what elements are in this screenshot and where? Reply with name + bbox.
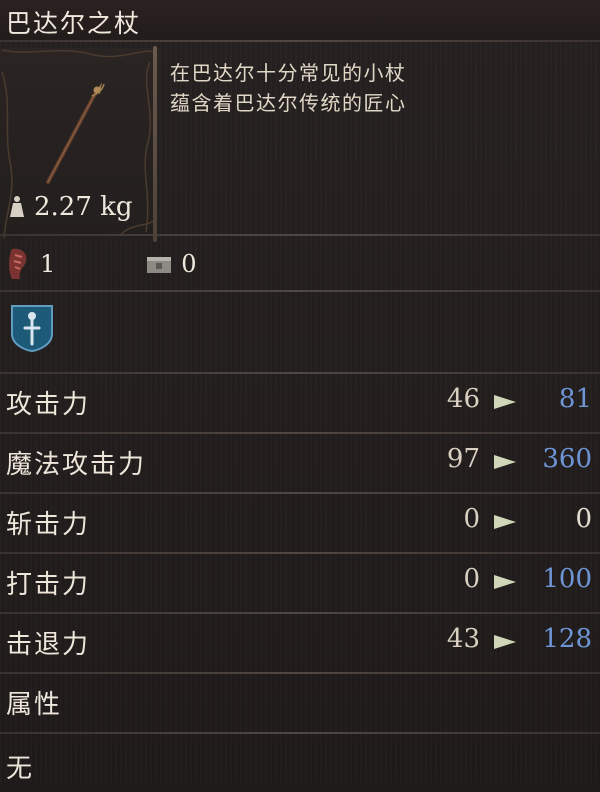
title-bar: 巴达尔之杖 [0, 0, 600, 40]
box-icon [147, 257, 172, 273]
stat-new-value: 100 [542, 564, 592, 594]
stat-label: 攻击力 [6, 390, 91, 420]
box-value: 0 [181, 250, 197, 278]
stat-label: 打击力 [6, 570, 91, 600]
attribute-value-row: 无 [0, 732, 600, 792]
stat-new-value: 128 [542, 624, 592, 654]
stat-label: 魔法攻击力 [6, 450, 147, 480]
arrow-right-icon [494, 635, 516, 649]
weight-row: 2.27 kg [6, 192, 133, 222]
description-line: 蕴含着巴达尔传统的匠心 [170, 91, 407, 115]
stat-row-slash: 斩击力 0 0 [0, 492, 600, 552]
item-weight: 2.27 kg [34, 192, 133, 222]
stat-base-value: 0 [463, 504, 480, 534]
arrow-right-icon [494, 455, 516, 469]
stat-base-value: 43 [446, 624, 480, 654]
stat-base-value: 97 [446, 444, 480, 474]
stat-row-magic-attack: 魔法攻击力 97 360 [0, 432, 600, 492]
stat-base-value: 46 [446, 384, 480, 414]
strength-value: 1 [40, 250, 56, 278]
weight-icon [10, 196, 24, 217]
attribute-value: 无 [6, 754, 35, 784]
stat-label: 击退力 [6, 630, 91, 660]
stat-label: 斩击力 [6, 510, 91, 540]
arrow-right-icon [494, 515, 516, 529]
item-description: 在巴达尔十分常见的小杖 蕴含着巴达尔传统的匠心 [170, 58, 590, 118]
attribute-label: 属性 [6, 690, 63, 720]
stat-new-value: 360 [542, 444, 592, 474]
arrow-right-icon [494, 395, 516, 409]
attribute-header-row: 属性 [0, 672, 600, 732]
stat-new-value: 81 [558, 384, 592, 414]
staff-icon [46, 82, 105, 184]
requirements-row: 1 0 [6, 244, 197, 284]
arrow-right-icon [494, 575, 516, 589]
divider [0, 290, 600, 292]
strength-icon [9, 248, 27, 279]
stat-base-value: 0 [463, 564, 480, 594]
stat-row-attack: 攻击力 46 81 [0, 372, 600, 432]
stat-row-knockback: 击退力 43 128 [0, 612, 600, 672]
stat-row-strike: 打击力 0 100 [0, 552, 600, 612]
shield-emblem-icon [11, 305, 53, 352]
description-line: 在巴达尔十分常见的小杖 [170, 61, 407, 85]
item-detail-panel: 巴达尔之杖 2.27 kg 在巴达尔十分常见的小杖 蕴含着巴达尔传统的匠心 1 [0, 0, 600, 784]
frame-border [153, 46, 157, 242]
stat-new-value: 0 [575, 504, 592, 534]
divider [0, 234, 600, 236]
item-name: 巴达尔之杖 [6, 9, 142, 38]
